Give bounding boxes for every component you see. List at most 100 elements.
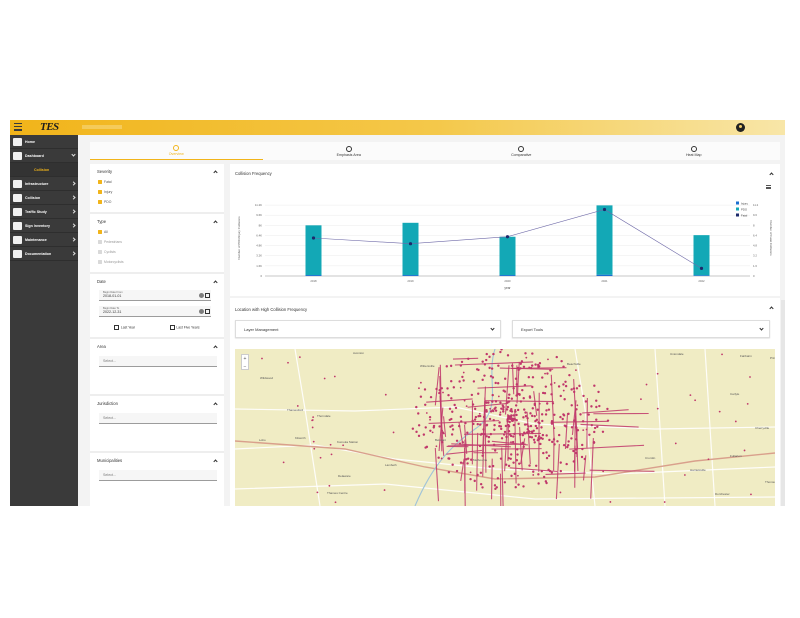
tab-emphasis-area[interactable]: Emphasis Area — [263, 142, 436, 160]
sidebar-item-infrastructure[interactable]: Infrastructure — [10, 177, 78, 191]
collision-point — [457, 424, 461, 428]
sidebar-item-label: Dashboard — [25, 153, 44, 158]
checkbox-label: All — [104, 230, 108, 234]
jurisdiction-select[interactable]: Select... — [99, 413, 217, 424]
clear-icon[interactable] — [199, 309, 204, 314]
collision-point — [492, 443, 496, 447]
collision-segment — [464, 432, 541, 435]
fatal-point — [311, 236, 316, 240]
legend-label: Injury — [741, 201, 748, 205]
collision-point — [438, 389, 441, 392]
collision-point — [578, 384, 581, 388]
collision-point — [538, 402, 541, 405]
zoom-control: + − — [241, 354, 249, 370]
collision-point — [530, 364, 534, 367]
checkbox-cyclists[interactable]: Cyclists — [97, 247, 217, 257]
y-tick-label: 11.2K — [255, 203, 262, 207]
chart-menu-icon[interactable] — [766, 185, 771, 189]
sidebar-item-traffic-study[interactable]: Traffic Study — [10, 205, 78, 219]
sidebar-item-home[interactable]: Home — [10, 135, 78, 149]
collision-point — [419, 381, 422, 384]
collision-point — [532, 474, 535, 476]
collision-point — [541, 433, 545, 437]
area-select[interactable]: Select... — [99, 356, 217, 367]
filter-title: Area — [97, 344, 106, 349]
chevron-down-icon — [490, 326, 495, 331]
collision-point — [548, 438, 551, 442]
checkbox-injury[interactable]: Injury — [97, 187, 217, 197]
collision-point — [513, 472, 517, 476]
collision-point — [574, 426, 578, 429]
collision-point — [422, 433, 426, 436]
collision-point — [546, 372, 549, 375]
checkbox-pdo[interactable]: PDO — [97, 197, 217, 207]
collision-point — [543, 391, 547, 395]
collision-point — [582, 394, 585, 398]
collision-point — [438, 391, 441, 395]
collision-point — [298, 356, 301, 359]
collision-map[interactable]: Avonton Wittersville Wildwood Thorndale Tham… — [235, 349, 775, 506]
clear-icon[interactable] — [199, 293, 204, 298]
sidebar-item-maintenance[interactable]: Maintenance — [10, 233, 78, 247]
begin-date-to-field[interactable]: Begin Date To 2022-12-31 — [99, 306, 211, 317]
sidebar-item-dashboard[interactable]: Dashboard — [10, 149, 78, 163]
collision-point — [743, 449, 746, 452]
begin-date-from-field[interactable]: Begin Date From 2018-01-01 — [99, 290, 211, 301]
collision-point — [473, 407, 477, 411]
filter-title: Jurisdiction — [97, 401, 118, 406]
checkbox-pedestrians[interactable]: Pedestrians — [97, 237, 217, 247]
collision-point — [524, 411, 527, 414]
collision-point — [447, 393, 450, 397]
checkbox-motorcyclists[interactable]: Motorcyclists — [97, 257, 217, 267]
collision-point — [472, 422, 475, 426]
tab-heat-map[interactable]: Heat Map — [608, 142, 781, 160]
compare-icon — [518, 145, 525, 152]
collision-point — [451, 463, 454, 466]
collision-point — [477, 392, 480, 395]
collision-point — [528, 366, 531, 369]
page-scrollbar[interactable] — [781, 300, 785, 506]
collision-point — [581, 420, 585, 423]
zoom-in-button[interactable]: + — [242, 355, 248, 363]
map-place-label: Komoka Station — [337, 440, 359, 444]
collision-point — [512, 387, 515, 390]
chevron-up-icon[interactable] — [769, 172, 774, 177]
chevron-up-icon[interactable] — [769, 306, 774, 311]
collision-point — [473, 479, 476, 483]
collision-point — [595, 405, 598, 409]
map-canvas[interactable]: Avonton Wittersville Wildwood Thorndale Tham… — [235, 349, 775, 506]
collision-point — [423, 388, 427, 391]
collision-segment — [564, 413, 569, 449]
calendar-icon[interactable] — [205, 293, 210, 298]
checkbox-fatal[interactable]: Fatal — [97, 177, 217, 187]
collision-point — [490, 367, 494, 370]
collision-point — [488, 465, 491, 468]
export-tools-dropdown[interactable]: Export Tools — [512, 320, 770, 338]
collision-point — [489, 432, 493, 436]
sidebar-item-documentation[interactable]: Documentation — [10, 247, 78, 261]
layer-management-dropdown[interactable]: Layer Management — [235, 320, 501, 338]
sidebar-item-collision[interactable]: Collision — [10, 191, 78, 205]
collision-point — [319, 456, 322, 459]
calendar-icon[interactable] — [205, 309, 210, 314]
collision-point — [525, 356, 528, 359]
collision-point — [531, 376, 535, 379]
collision-segment — [491, 458, 493, 500]
tab-overview[interactable]: Overview — [90, 142, 263, 160]
hamburger-menu-icon[interactable] — [14, 123, 22, 131]
collision-point — [574, 448, 578, 451]
checkbox-disabled-icon — [98, 260, 102, 264]
sidebar-subitem-collision[interactable]: Collision — [10, 163, 78, 177]
last-year-button[interactable]: Last Year — [114, 325, 135, 330]
collision-point — [510, 441, 512, 444]
tab-comparative[interactable]: Comparative — [435, 142, 608, 160]
account-icon[interactable] — [736, 123, 745, 132]
collision-point — [530, 414, 534, 418]
checkbox-all[interactable]: All — [97, 227, 217, 237]
collision-point — [499, 401, 502, 404]
zoom-out-button[interactable]: − — [242, 363, 248, 371]
sidebar-item-sign-inventory[interactable]: Sign Inventory — [10, 219, 78, 233]
collision-point — [516, 453, 519, 456]
municipalities-select[interactable]: Select... — [99, 470, 217, 481]
last-five-years-button[interactable]: Last Five Years — [170, 325, 199, 330]
